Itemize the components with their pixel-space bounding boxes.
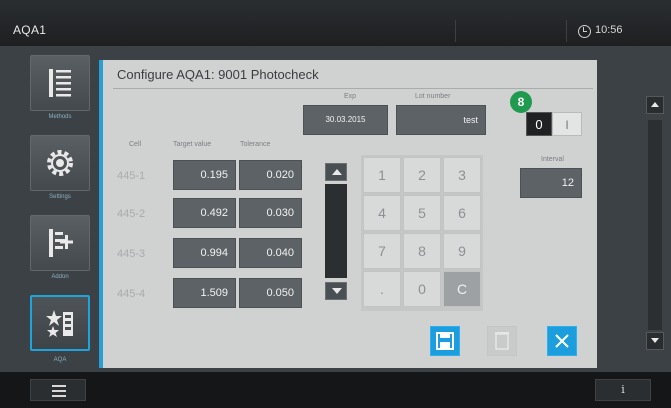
- key-decimal[interactable]: .: [363, 271, 401, 307]
- page-scrollbar[interactable]: [646, 96, 664, 356]
- target-value-field[interactable]: 0.195: [173, 160, 236, 190]
- toggle-on-option[interactable]: I: [552, 112, 582, 136]
- topbar-divider: [455, 20, 456, 42]
- scroll-up-button[interactable]: [325, 163, 347, 181]
- clock-icon: [578, 25, 591, 38]
- cell-label: 445-4: [117, 288, 146, 300]
- sidebar: Methods Settings Addon AQA: [22, 55, 92, 370]
- info-button[interactable]: i: [595, 379, 651, 401]
- tolerance-field[interactable]: 0.020: [239, 160, 302, 190]
- key-8[interactable]: 8: [403, 233, 441, 269]
- column-header-target: Target value: [173, 141, 212, 148]
- tolerance-field[interactable]: 0.030: [239, 198, 302, 228]
- lot-number-label: Lot number: [415, 93, 451, 100]
- aqa-stars-icon: [46, 310, 73, 337]
- lot-number-field[interactable]: test: [396, 105, 486, 135]
- cell-label: 445-2: [117, 208, 146, 220]
- sidebar-item-label: Methods: [48, 114, 72, 120]
- tolerance-field[interactable]: 0.040: [239, 238, 302, 268]
- save-button[interactable]: [430, 326, 460, 356]
- menu-icon: [52, 385, 66, 387]
- callout-badge: 8: [510, 91, 532, 113]
- page-scroll-up-button[interactable]: [646, 96, 664, 114]
- column-header-tolerance: Tolerance: [240, 141, 271, 148]
- app-title: AQA1: [13, 23, 47, 37]
- tolerance-field[interactable]: 0.050: [239, 278, 302, 308]
- interval-field[interactable]: 12: [520, 168, 582, 198]
- bottom-bar: i: [0, 372, 671, 408]
- key-6[interactable]: 6: [443, 195, 481, 231]
- key-2[interactable]: 2: [403, 157, 441, 193]
- exp-date-field[interactable]: 30.03.2015: [303, 105, 388, 135]
- configure-aqa-dialog: Configure AQA1: 9001 Photocheck Exp 30.0…: [99, 60, 597, 368]
- key-7[interactable]: 7: [363, 233, 401, 269]
- interval-label: Interval: [541, 156, 564, 163]
- delete-button[interactable]: [487, 326, 517, 356]
- page-scroll-down-button[interactable]: [646, 332, 664, 350]
- numeric-keypad: 1 2 3 4 5 6 7 8 9 . 0 C: [361, 155, 483, 311]
- on-off-toggle[interactable]: 0 I: [526, 112, 582, 136]
- target-value-field[interactable]: 1.509: [173, 278, 236, 308]
- page-scroll-track[interactable]: [648, 120, 662, 330]
- save-icon: [436, 332, 454, 350]
- sidebar-item-label: Addon: [51, 274, 69, 280]
- dialog-divider: [113, 88, 593, 89]
- toggle-off-option[interactable]: 0: [526, 112, 552, 136]
- top-bar: AQA1 10:56: [0, 0, 671, 46]
- addon-icon: [49, 229, 73, 257]
- menu-icon: [52, 395, 66, 397]
- scroll-down-button[interactable]: [325, 282, 347, 300]
- key-4[interactable]: 4: [363, 195, 401, 231]
- sidebar-item-methods[interactable]: [30, 55, 90, 111]
- sidebar-item-label: Settings: [49, 194, 71, 200]
- dialog-title: Configure AQA1: 9001 Photocheck: [117, 67, 319, 82]
- menu-button[interactable]: [30, 379, 86, 401]
- method-list-icon: [49, 69, 71, 97]
- key-9[interactable]: 9: [443, 233, 481, 269]
- key-1[interactable]: 1: [363, 157, 401, 193]
- menu-icon: [52, 390, 66, 392]
- target-value-field[interactable]: 0.994: [173, 238, 236, 268]
- gear-icon: [47, 150, 73, 176]
- sidebar-item-addon[interactable]: [30, 215, 90, 271]
- clock-time: 10:56: [595, 24, 623, 36]
- key-3[interactable]: 3: [443, 157, 481, 193]
- column-header-cell: Cell: [129, 141, 142, 148]
- key-clear[interactable]: C: [443, 271, 481, 307]
- key-0[interactable]: 0: [403, 271, 441, 307]
- cell-label: 445-3: [117, 248, 146, 260]
- exp-label: Exp: [344, 93, 357, 100]
- target-value-field[interactable]: 0.492: [173, 198, 236, 228]
- sidebar-item-label: AQA: [53, 357, 67, 363]
- cell-label: 445-1: [117, 170, 146, 182]
- close-button[interactable]: [547, 326, 577, 356]
- close-icon: [555, 334, 569, 348]
- sidebar-item-aqa[interactable]: [30, 295, 90, 351]
- trash-icon: [495, 332, 509, 350]
- topbar-divider: [566, 20, 567, 42]
- scrollbar-track[interactable]: [325, 184, 347, 278]
- sidebar-item-settings[interactable]: [30, 135, 90, 191]
- key-5[interactable]: 5: [403, 195, 441, 231]
